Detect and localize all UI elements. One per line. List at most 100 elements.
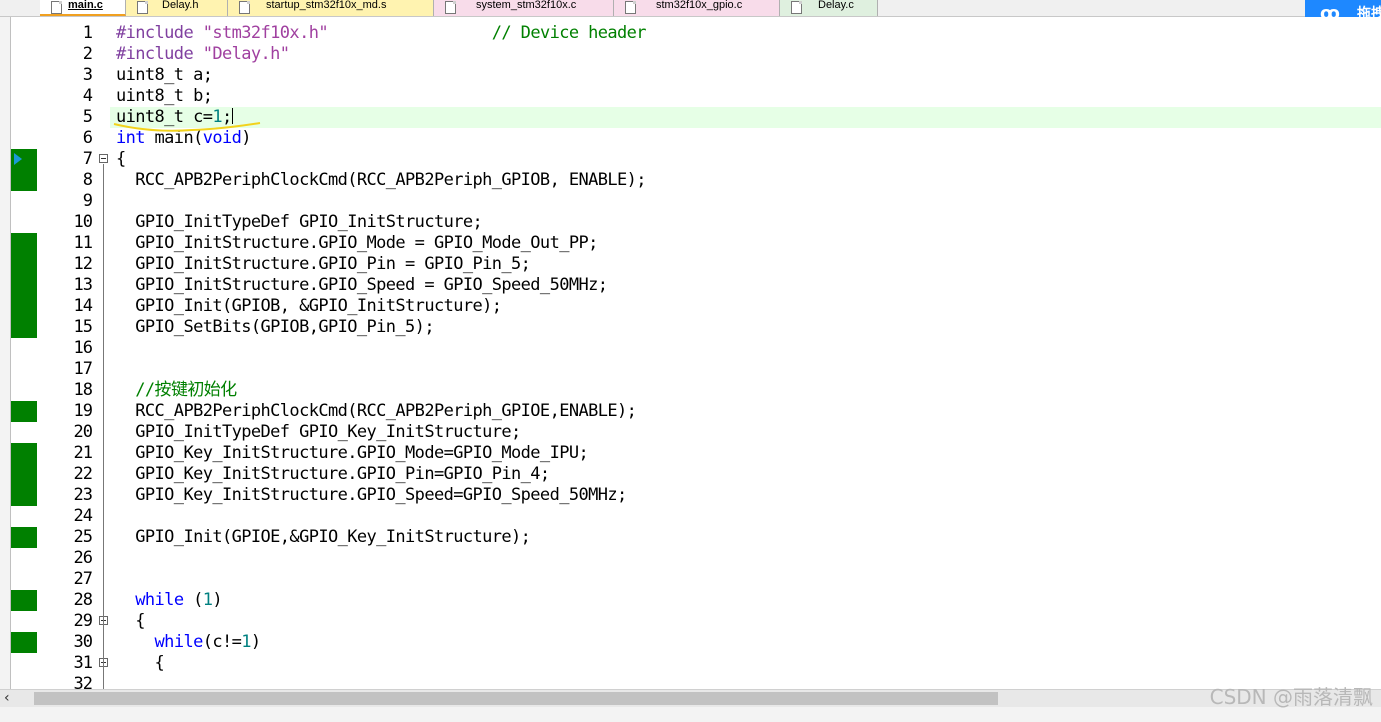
code-line[interactable]: 14 GPIO_Init(GPIOB, &GPIO_InitStructure)… <box>0 296 1381 317</box>
line-number: 25 <box>73 527 93 547</box>
coverage-marker <box>11 401 37 422</box>
horizontal-scrollbar[interactable]: ‹ <box>0 689 1381 707</box>
scrollbar-thumb[interactable] <box>34 692 998 705</box>
line-number: 15 <box>73 317 93 337</box>
line-number: 18 <box>73 380 93 400</box>
code-text: #include "stm32f10x.h" // Device header <box>116 23 647 43</box>
code-line[interactable]: 23 GPIO_Key_InitStructure.GPIO_Speed=GPI… <box>0 485 1381 506</box>
line-number: 5 <box>82 107 93 127</box>
fold-collapse-icon[interactable] <box>99 154 108 163</box>
file-icon <box>239 1 250 14</box>
code-text: GPIO_InitTypeDef GPIO_Key_InitStructure; <box>116 422 521 442</box>
coverage-marker <box>11 275 37 296</box>
line-number: 19 <box>73 401 93 421</box>
code-line[interactable]: 24 <box>0 506 1381 527</box>
line-number: 12 <box>73 254 93 274</box>
code-line[interactable]: 18 //按键初始化 <box>0 380 1381 401</box>
code-text: RCC_APB2PeriphClockCmd(RCC_APB2Periph_GP… <box>116 170 646 190</box>
code-line[interactable]: 9 <box>0 191 1381 212</box>
line-number: 29 <box>73 611 93 631</box>
code-line[interactable]: 11 GPIO_InitStructure.GPIO_Mode = GPIO_M… <box>0 233 1381 254</box>
code-line[interactable]: 22 GPIO_Key_InitStructure.GPIO_Pin=GPIO_… <box>0 464 1381 485</box>
line-number: 24 <box>73 506 93 526</box>
code-line[interactable]: 4 uint8_t b; <box>0 86 1381 107</box>
line-number: 9 <box>82 191 93 211</box>
line-number: 1 <box>82 23 93 43</box>
code-line[interactable]: 10 GPIO_InitTypeDef GPIO_InitStructure; <box>0 212 1381 233</box>
code-line[interactable]: 32 <box>0 674 1381 689</box>
line-number: 22 <box>73 464 93 484</box>
line-number: 28 <box>73 590 93 610</box>
tab-label: main.c <box>68 0 103 11</box>
code-text: while (1) <box>135 590 223 610</box>
line-number: 32 <box>73 674 93 689</box>
tab-stm32f10x-gpio-c[interactable]: stm32f10x_gpio.c <box>614 0 780 16</box>
file-icon <box>51 1 62 14</box>
code-line[interactable]: 19 RCC_APB2PeriphClockCmd(RCC_APB2Periph… <box>0 401 1381 422</box>
code-line[interactable]: 2 #include "Delay.h" <box>0 44 1381 65</box>
file-tab-bar: main.c Delay.h startup_stm32f10x_md.s syste… <box>0 0 1381 17</box>
scroll-left-icon[interactable]: ‹ <box>4 690 10 707</box>
code-line[interactable]: 15 GPIO_SetBits(GPIOB,GPIO_Pin_5); <box>0 317 1381 338</box>
code-editor[interactable]: 1 #include "stm32f10x.h" // Device header… <box>0 17 1381 689</box>
code-text: uint8_t a; <box>116 65 213 85</box>
tab-main-c[interactable]: main.c <box>40 0 126 16</box>
line-number: 20 <box>73 422 93 442</box>
coverage-marker <box>11 590 37 611</box>
line-number: 26 <box>73 548 93 568</box>
code-line[interactable]: 30 while(c!=1) <box>0 632 1381 653</box>
code-line[interactable]: 20 GPIO_InitTypeDef GPIO_Key_InitStructu… <box>0 422 1381 443</box>
code-text: GPIO_Key_InitStructure.GPIO_Pin=GPIO_Pin… <box>116 464 550 484</box>
code-line[interactable]: 29 { <box>0 611 1381 632</box>
code-text: { <box>116 653 165 673</box>
line-number: 4 <box>82 86 93 106</box>
code-text: //按键初始化 <box>116 380 237 400</box>
code-line[interactable]: 16 <box>0 338 1381 359</box>
tab-delay-c[interactable]: Delay.c <box>780 0 878 16</box>
code-text: GPIO_InitStructure.GPIO_Speed = GPIO_Spe… <box>116 275 608 295</box>
coverage-marker <box>11 296 37 317</box>
coverage-marker <box>11 464 37 485</box>
line-number: 30 <box>73 632 93 652</box>
tab-label: system_stm32f10x.c <box>476 0 577 11</box>
code-line[interactable]: 7{ <box>0 149 1381 170</box>
code-line[interactable]: 27 <box>0 569 1381 590</box>
code-text: while(c!=1) <box>154 632 262 652</box>
coverage-marker <box>11 527 37 548</box>
code-line[interactable]: 1 #include "stm32f10x.h" // Device header <box>0 23 1381 44</box>
code-line[interactable]: 3 uint8_t a; <box>0 65 1381 86</box>
code-text: #include "Delay.h" <box>116 44 290 64</box>
line-number: 21 <box>73 443 93 463</box>
coverage-marker <box>11 485 37 506</box>
file-icon <box>791 1 802 14</box>
fold-guide <box>103 164 104 689</box>
code-line[interactable]: 12 GPIO_InitStructure.GPIO_Pin = GPIO_Pi… <box>0 254 1381 275</box>
code-line[interactable]: 13 GPIO_InitStructure.GPIO_Speed = GPIO_… <box>0 275 1381 296</box>
code-line[interactable]: 31 { <box>0 653 1381 674</box>
code-line[interactable]: 17 <box>0 359 1381 380</box>
watermark: CSDN @雨落清飘 <box>1209 685 1373 709</box>
coverage-marker <box>11 632 37 653</box>
line-number: 11 <box>73 233 93 253</box>
code-line[interactable]: 26 <box>0 548 1381 569</box>
coverage-marker <box>11 317 37 338</box>
line-number: 27 <box>73 569 93 589</box>
code-line[interactable]: 28 while (1) <box>0 590 1381 611</box>
line-number: 14 <box>73 296 93 316</box>
code-line[interactable]: 21 GPIO_Key_InitStructure.GPIO_Mode=GPIO… <box>0 443 1381 464</box>
status-strip <box>0 707 1381 722</box>
code-text: GPIO_Init(GPIOE,&GPIO_Key_InitStructure)… <box>116 527 531 547</box>
tab-system-stm32f10x-c[interactable]: system_stm32f10x.c <box>434 0 614 16</box>
code-text: GPIO_SetBits(GPIOB,GPIO_Pin_5); <box>116 317 434 337</box>
code-text: GPIO_InitTypeDef GPIO_InitStructure; <box>116 212 483 232</box>
tab-delay-h[interactable]: Delay.h <box>126 0 228 16</box>
tab-label: Delay.c <box>818 0 854 11</box>
code-line[interactable]: 8 RCC_APB2PeriphClockCmd(RCC_APB2Periph_… <box>0 170 1381 191</box>
coverage-marker <box>11 254 37 275</box>
tab-startup-stm32f10x-md-s[interactable]: startup_stm32f10x_md.s <box>228 0 434 16</box>
line-number: 23 <box>73 485 93 505</box>
code-line[interactable]: 25 GPIO_Init(GPIOE,&GPIO_Key_InitStructu… <box>0 527 1381 548</box>
tab-label: Delay.h <box>162 0 199 11</box>
line-number: 13 <box>73 275 93 295</box>
code-text: GPIO_InitStructure.GPIO_Mode = GPIO_Mode… <box>116 233 598 253</box>
